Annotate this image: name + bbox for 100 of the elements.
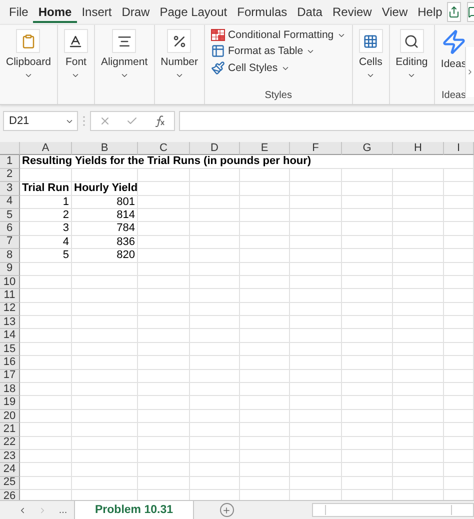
menu-tab[interactable]: Insert xyxy=(76,2,117,22)
empty-cell xyxy=(290,222,342,236)
row-header[interactable]: 5 xyxy=(0,208,20,222)
formula-input[interactable] xyxy=(179,111,474,131)
menu-tab[interactable]: Page Layout xyxy=(154,2,232,22)
column-header[interactable]: D xyxy=(190,142,240,156)
menu-tab[interactable]: Help xyxy=(412,2,448,22)
row-header[interactable]: 20 xyxy=(0,410,20,424)
row-header[interactable]: 2 xyxy=(0,168,20,182)
horizontal-scrollbar[interactable] xyxy=(312,503,474,517)
empty-cell xyxy=(190,423,240,437)
ribbon-button[interactable]: Font xyxy=(64,29,88,80)
row-header[interactable]: 3 xyxy=(0,182,20,196)
empty-cell xyxy=(290,196,342,209)
row-header[interactable]: 4 xyxy=(0,196,20,209)
row-header[interactable]: 19 xyxy=(0,396,20,410)
row-header[interactable]: 1 xyxy=(0,155,20,169)
empty-cell xyxy=(72,423,138,437)
ribbon-button[interactable]: Alignment xyxy=(100,29,148,80)
ribbon-button[interactable]: Number xyxy=(160,29,198,80)
empty-cell xyxy=(240,436,290,450)
row-header[interactable]: 21 xyxy=(0,423,20,437)
empty-cell xyxy=(393,329,444,343)
row-header[interactable]: 15 xyxy=(0,342,20,356)
column-header[interactable]: I xyxy=(444,142,474,156)
row-header[interactable]: 7 xyxy=(0,236,20,250)
empty-cell xyxy=(240,463,290,477)
empty-cell xyxy=(342,329,393,343)
column-header[interactable]: H xyxy=(393,142,444,156)
percent-icon xyxy=(172,34,187,48)
menu-tab[interactable]: Review xyxy=(327,2,377,22)
select-all-corner[interactable] xyxy=(0,142,20,156)
row-header[interactable]: 14 xyxy=(0,329,20,343)
grid-icon xyxy=(211,29,226,41)
ribbon-button[interactable]: Cell Styles xyxy=(211,61,290,75)
row-header[interactable]: 25 xyxy=(0,476,20,490)
empty-cell xyxy=(138,356,190,370)
sheet-tab[interactable]: Problem 10.31 xyxy=(74,500,194,518)
row-header[interactable]: 18 xyxy=(0,383,20,396)
row-header[interactable]: 16 xyxy=(0,356,20,370)
empty-cell xyxy=(240,182,290,196)
ribbon-button[interactable]: Format as Table xyxy=(211,44,316,58)
empty-cell xyxy=(290,168,342,182)
ribbon-button[interactable]: Conditional Formatting xyxy=(211,29,346,41)
row-header[interactable]: 10 xyxy=(0,276,20,290)
menu-tab[interactable]: Data xyxy=(292,2,328,22)
empty-cell xyxy=(290,396,342,410)
empty-cell xyxy=(138,423,190,437)
column-header[interactable]: F xyxy=(290,142,342,156)
ribbon-button[interactable]: Cells xyxy=(358,29,383,80)
empty-cell xyxy=(72,262,138,276)
empty-cell xyxy=(393,423,444,437)
row-header[interactable]: 13 xyxy=(0,316,20,330)
row-header[interactable]: 11 xyxy=(0,289,20,303)
more-sheets-button[interactable]: ... xyxy=(52,504,74,516)
column-header[interactable]: C xyxy=(138,142,190,156)
empty-cell xyxy=(393,450,444,464)
empty-cell xyxy=(72,329,138,343)
row-header[interactable]: 8 xyxy=(0,249,20,263)
ribbon-button[interactable]: Editing xyxy=(396,29,428,80)
menu-tab[interactable]: View xyxy=(376,2,413,22)
empty-cell xyxy=(190,450,240,464)
row-header[interactable]: 12 xyxy=(0,302,20,316)
table-cell: 801 xyxy=(72,196,138,209)
row-header[interactable]: 17 xyxy=(0,370,20,384)
function-icon[interactable] xyxy=(154,115,166,127)
empty-cell xyxy=(190,316,240,330)
row-header[interactable]: 6 xyxy=(0,222,20,236)
chevron-right-icon[interactable] xyxy=(466,68,474,76)
name-box[interactable]: D21 xyxy=(3,111,78,131)
empty-cell xyxy=(444,196,474,209)
column-header[interactable]: B xyxy=(72,142,138,156)
menu-tab[interactable]: Draw xyxy=(116,2,155,22)
empty-cell xyxy=(240,168,290,182)
add-sheet-icon[interactable] xyxy=(222,506,232,514)
row-header[interactable]: 23 xyxy=(0,450,20,464)
empty-cell xyxy=(240,410,290,424)
row-header[interactable]: 24 xyxy=(0,463,20,477)
row-header[interactable]: 26 xyxy=(0,490,20,500)
empty-cell xyxy=(342,262,393,276)
empty-cell xyxy=(444,168,474,182)
empty-cell xyxy=(138,463,190,477)
cancel-icon[interactable] xyxy=(98,115,111,127)
empty-cell xyxy=(138,196,190,209)
share-icon[interactable] xyxy=(447,2,462,22)
column-header[interactable]: A xyxy=(20,142,72,156)
row-header[interactable]: 9 xyxy=(0,262,20,276)
column-header[interactable]: E xyxy=(240,142,290,156)
empty-cell xyxy=(342,208,393,222)
empty-cell xyxy=(72,436,138,450)
check-icon[interactable] xyxy=(126,115,138,127)
empty-cell xyxy=(444,463,474,477)
empty-cell xyxy=(190,208,240,222)
menu-tab[interactable]: Formulas xyxy=(232,2,292,22)
ribbon-button[interactable]: Clipboard xyxy=(6,29,51,80)
empty-cell xyxy=(138,370,190,384)
column-header[interactable]: G xyxy=(342,142,393,156)
menu-tab[interactable]: File xyxy=(4,2,34,22)
row-header[interactable]: 22 xyxy=(0,436,20,450)
empty-cell xyxy=(393,222,444,236)
